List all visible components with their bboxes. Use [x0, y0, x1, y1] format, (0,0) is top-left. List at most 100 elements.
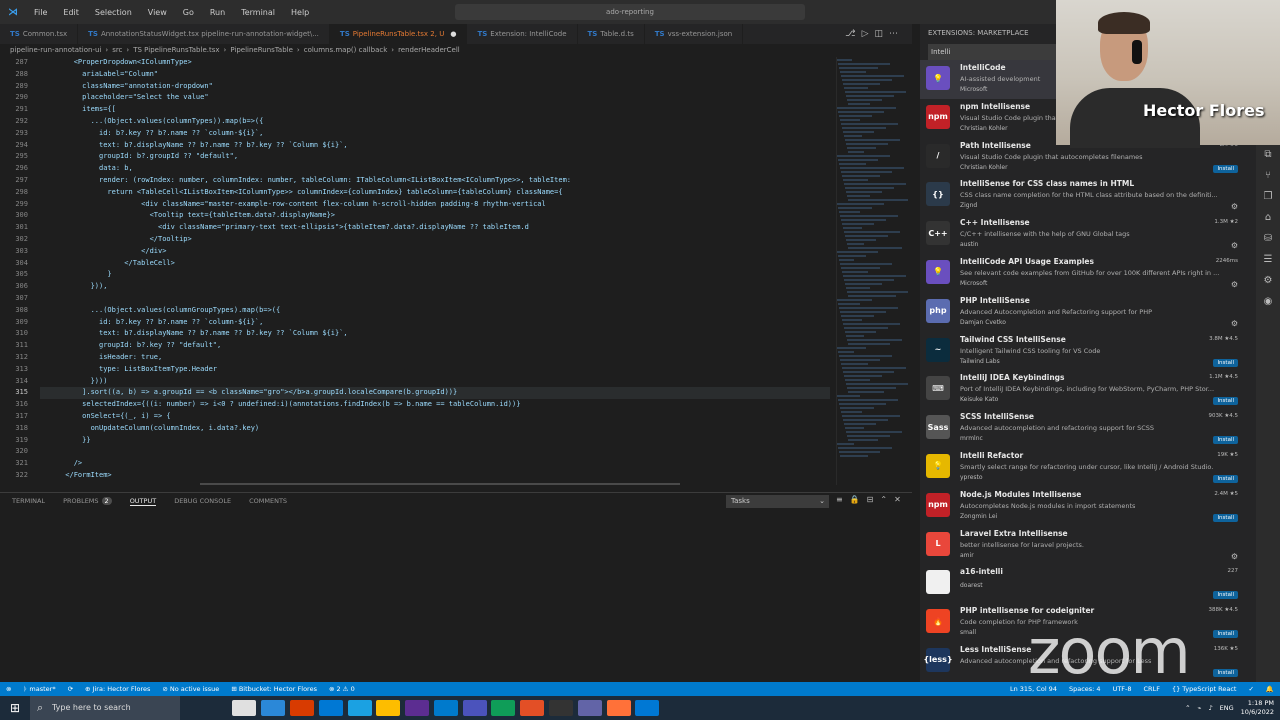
- tab-file[interactable]: TS vss-extension.json: [645, 24, 744, 44]
- install-button[interactable]: Install: [1213, 591, 1238, 600]
- status-item[interactable]: ✓: [1248, 685, 1253, 693]
- chat-icon[interactable]: ◉: [1264, 296, 1273, 307]
- status-item[interactable]: ⊕ Jira: Hector Flores: [85, 685, 150, 693]
- code-line[interactable]: render: (rowIndex: number, columnIndex: …: [40, 175, 830, 187]
- tab-file[interactable]: TS Extension: IntelliCode: [467, 24, 578, 44]
- code-line[interactable]: groupId: b?.groupId ?? "default",: [40, 151, 830, 163]
- code-lines[interactable]: <ProperDropdown<IColumnType> ariaLabel="…: [40, 57, 830, 482]
- minimap[interactable]: [836, 57, 908, 485]
- code-line[interactable]: ...(Object.values(columnTypes)).map(b=>(…: [40, 116, 830, 128]
- menu-item-edit[interactable]: Edit: [55, 8, 87, 17]
- code-line[interactable]: <Tooltip text={tableItem.data?.displayNa…: [40, 210, 830, 222]
- menu-item-help[interactable]: Help: [283, 8, 317, 17]
- tab-file[interactable]: TS Common.tsx: [0, 24, 79, 44]
- code-line[interactable]: <ProperDropdown<IColumnType>: [40, 57, 830, 69]
- breadcrumb-item[interactable]: src: [112, 46, 122, 54]
- gear-icon[interactable]: ⚙: [1231, 280, 1238, 289]
- taskbar-app-icon[interactable]: [577, 700, 602, 716]
- files-icon[interactable]: ❐: [1264, 191, 1273, 202]
- code-line[interactable]: placeholder="Select the value": [40, 92, 830, 104]
- code-editor[interactable]: 287 288 289 290 291 292 293 294 295 296 297 298 299 3…: [0, 57, 912, 485]
- extension-item[interactable]: npm Node.js Modules Intellisense Autocompl…: [920, 487, 1256, 526]
- install-button[interactable]: Install: [1213, 397, 1238, 406]
- extension-item[interactable]: Sass SCSS IntelliSense Advanced autocomple…: [920, 409, 1256, 448]
- taskbar-app-icon[interactable]: [376, 700, 401, 716]
- language-indicator[interactable]: ENG: [1220, 704, 1234, 712]
- code-line[interactable]: return <TableCell<IListBoxItem<IColumnTy…: [40, 187, 830, 199]
- extension-item[interactable]: L Laravel Extra Intellisense better intell…: [920, 526, 1256, 565]
- taskbar-app-icon[interactable]: [261, 700, 286, 716]
- code-line[interactable]: }: [40, 269, 830, 281]
- code-line[interactable]: />: [40, 458, 830, 470]
- code-line[interactable]: data: b,: [40, 163, 830, 175]
- menu-item-view[interactable]: View: [140, 8, 175, 17]
- code-line[interactable]: className="annotation-dropdown": [40, 81, 830, 93]
- extensions-icon[interactable]: ⧉: [1264, 149, 1271, 160]
- breadcrumb[interactable]: pipeline-run-annotation-ui › src › TS Pipeli…: [0, 44, 912, 57]
- extension-item[interactable]: 💡 IntelliCode API Usage Examples See relev…: [920, 254, 1256, 293]
- gear-icon[interactable]: ⚙: [1231, 319, 1238, 328]
- code-line[interactable]: <div className="master-example-row-conte…: [40, 199, 830, 211]
- output-channel-select[interactable]: Tasks ⌄: [726, 495, 829, 508]
- database-icon[interactable]: ⛁: [1264, 233, 1272, 244]
- tab-problems[interactable]: PROBLEMS 2: [63, 497, 112, 505]
- taskbar-app-icon[interactable]: [635, 700, 660, 716]
- code-line[interactable]: items={[: [40, 104, 830, 116]
- breadcrumb-item[interactable]: PipelineRunsTable: [230, 46, 293, 54]
- code-line[interactable]: id: b?.key ?? b?.name ?? `column-${i}`,: [40, 317, 830, 329]
- code-line[interactable]: groupId: b?.key ?? "default",: [40, 340, 830, 352]
- network-icon[interactable]: ⌁: [1198, 704, 1202, 712]
- extension-item[interactable]: 💡 Intelli Refactor Smartly select range fo…: [920, 448, 1256, 487]
- status-item[interactable]: ᚦ master*: [23, 685, 55, 693]
- code-line[interactable]: ...(Object.values(columnGroupTypes).map(…: [40, 305, 830, 317]
- tab-file[interactable]: TS AnnotationStatusWidget.tsx pipeline-ru…: [78, 24, 330, 44]
- gear-icon[interactable]: ⚙: [1231, 552, 1238, 561]
- status-item[interactable]: ⊞ Bitbucket: Hector Flores: [231, 685, 317, 693]
- extension-item[interactable]: ⌨ IntelliJ IDEA Keybindings Port of Intell…: [920, 370, 1256, 409]
- menu-item-selection[interactable]: Selection: [87, 8, 140, 17]
- panel-actions[interactable]: ≡🔒⊟⌃✕: [836, 495, 908, 504]
- install-button[interactable]: Install: [1213, 630, 1238, 639]
- taskbar-app-icon[interactable]: [462, 700, 487, 716]
- taskbar-app-icon[interactable]: [318, 700, 343, 716]
- editor-actions[interactable]: ⎇▷◫⋯: [845, 29, 904, 39]
- stack-icon[interactable]: ☰: [1264, 254, 1273, 265]
- code-line[interactable]: </FormItem>: [40, 470, 830, 482]
- code-line[interactable]: type: ListBoxItemType.Header: [40, 364, 830, 376]
- taskbar-app-icon[interactable]: [347, 700, 372, 716]
- code-line[interactable]: [40, 293, 830, 305]
- code-line[interactable]: selectedIndex={((i: number) => i<0 ? und…: [40, 399, 830, 411]
- status-item[interactable]: Spaces: 4: [1069, 685, 1101, 693]
- status-item[interactable]: CRLF: [1144, 685, 1160, 693]
- taskbar-search[interactable]: Type here to search: [30, 696, 180, 720]
- windows-start-icon[interactable]: ⊞: [0, 701, 30, 715]
- tab-file[interactable]: TS Table.d.ts: [578, 24, 645, 44]
- taskbar-app-icon[interactable]: [491, 700, 516, 716]
- code-line[interactable]: isHeader: true,: [40, 352, 830, 364]
- status-item[interactable]: 🔔: [1266, 685, 1274, 693]
- breadcrumb-item[interactable]: TS PipelineRunsTable.tsx: [133, 46, 219, 54]
- git-icon[interactable]: ⑂: [1265, 170, 1271, 181]
- gear-icon[interactable]: ⚙: [1231, 241, 1238, 250]
- code-line[interactable]: </Tooltip>: [40, 234, 830, 246]
- extension-item[interactable]: {} IntelliSense for CSS class names in HT…: [920, 176, 1256, 215]
- tab-debug-console[interactable]: DEBUG CONSOLE: [174, 497, 231, 505]
- status-item[interactable]: ⊘ No active issue: [162, 685, 219, 693]
- menu-item-run[interactable]: Run: [202, 8, 233, 17]
- status-item[interactable]: ⊗: [6, 685, 11, 693]
- status-item[interactable]: ⊗ 2 ⚠ 0: [329, 685, 355, 693]
- horizontal-scrollbar[interactable]: [200, 483, 680, 485]
- code-line[interactable]: }))): [40, 376, 830, 388]
- extension-item[interactable]: php PHP IntelliSense Advanced Autocompleti…: [920, 293, 1256, 332]
- code-line[interactable]: <div className="primary-text text-ellips…: [40, 222, 830, 234]
- command-center-search[interactable]: ado-reporting: [455, 4, 805, 20]
- menu-item-file[interactable]: File: [26, 8, 55, 17]
- extension-item[interactable]: ~ Tailwind CSS IntelliSense Intelligent Ta…: [920, 332, 1256, 371]
- extension-item[interactable]: C++ C++ Intellisense C/C++ intellisense wi…: [920, 215, 1256, 254]
- tab-file[interactable]: TS PipelineRunsTable.tsx 2, U ●: [329, 24, 468, 44]
- code-line[interactable]: onSelect={(_, i) => {: [40, 411, 830, 423]
- menu-item-go[interactable]: Go: [175, 8, 202, 17]
- tab-comments[interactable]: COMMENTS: [249, 497, 287, 505]
- code-line[interactable]: onUpdateColumn(columnIndex, i.data?.key): [40, 423, 830, 435]
- taskbar-app-icon[interactable]: [405, 700, 430, 716]
